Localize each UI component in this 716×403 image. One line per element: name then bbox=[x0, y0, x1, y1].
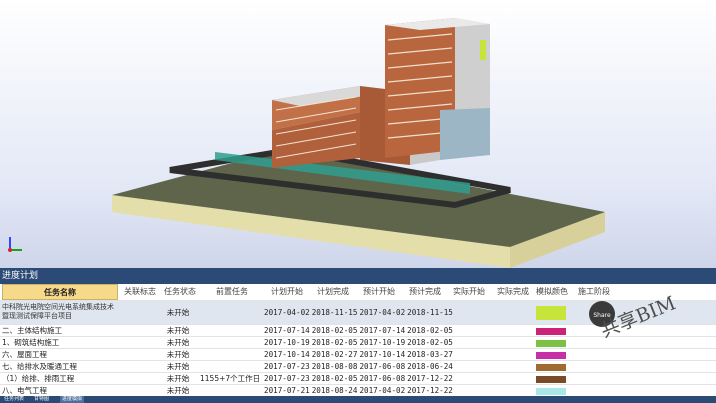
col-header-link-flag[interactable]: 关联标志 bbox=[120, 284, 160, 300]
task-date-plan-end: 2018-11-15 bbox=[311, 308, 358, 317]
task-date-exp-start: 2017-04-02 bbox=[359, 386, 406, 395]
axis-gizmo bbox=[8, 237, 22, 252]
task-date-exp-start: 2017-06-08 bbox=[359, 362, 406, 371]
sim-color-swatch[interactable] bbox=[536, 387, 566, 395]
tower-highlight bbox=[480, 40, 486, 60]
3d-model-viewport[interactable] bbox=[0, 0, 716, 268]
col-header-expected-end[interactable]: 预计完成 bbox=[402, 284, 448, 300]
glass-block bbox=[440, 108, 490, 160]
col-header-expected-start[interactable]: 预计开始 bbox=[356, 284, 402, 300]
task-date-exp-end: 2018-02-05 bbox=[407, 338, 453, 347]
task-date-exp-start: 2017-10-19 bbox=[359, 338, 406, 347]
task-date-plan-start: 2017-10-19 bbox=[264, 338, 310, 347]
task-date-exp-start: 2017-10-14 bbox=[359, 350, 406, 359]
task-date-plan-end: 2018-08-08 bbox=[311, 362, 358, 371]
task-date-exp-end: 2017-12-22 bbox=[407, 374, 453, 383]
task-date-exp-end: 2018-02-05 bbox=[407, 326, 453, 335]
sim-color-swatch[interactable] bbox=[536, 339, 566, 347]
task-name: 中科院光电院空间光电系统集成技术暨现测试保障平台项目 bbox=[2, 303, 114, 320]
task-date-exp-end: 2018-06-24 bbox=[407, 362, 453, 371]
building-model-scene bbox=[112, 18, 605, 268]
col-header-status[interactable]: 任务状态 bbox=[160, 284, 200, 300]
task-date-plan-end: 2018-02-05 bbox=[311, 374, 358, 383]
col-header-phase[interactable]: 施工阶段 bbox=[572, 284, 616, 300]
tab-progress-simulation[interactable]: 进度模拟 bbox=[60, 396, 85, 403]
task-date-plan-end: 2018-02-27 bbox=[311, 350, 358, 359]
task-row[interactable]: 八、电气工程 未开始 2017-07-21 2018-08-24 2017-04-02 2… bbox=[0, 384, 716, 396]
task-date-exp-end: 2018-03-27 bbox=[407, 350, 453, 359]
task-date-plan-start: 2017-07-23 bbox=[264, 374, 310, 383]
col-header-plan-start[interactable]: 计划开始 bbox=[264, 284, 310, 300]
sim-color-swatch[interactable] bbox=[536, 327, 566, 335]
col-header-sim-color[interactable]: 模拟颜色 bbox=[530, 284, 574, 300]
tab-gantt[interactable]: 甘特图 bbox=[32, 396, 51, 403]
task-date-plan-end: 2018-08-24 bbox=[311, 386, 358, 395]
bottom-tab-bar: 任务列表 甘特图 进度模拟 bbox=[0, 396, 716, 403]
task-date-plan-end: 2018-02-05 bbox=[311, 326, 358, 335]
col-header-plan-end[interactable]: 计划完成 bbox=[310, 284, 356, 300]
col-header-actual-start[interactable]: 实际开始 bbox=[446, 284, 492, 300]
task-dates: 2017-04-02 2018-11-15 2017-04-02 2018-11-15 bbox=[264, 301, 455, 325]
task-date-plan-start: 2017-07-23 bbox=[264, 362, 310, 371]
sim-color-swatch[interactable] bbox=[536, 363, 566, 371]
col-header-task-name[interactable]: 任务名称 bbox=[2, 284, 118, 300]
task-date-plan-end: 2018-02-05 bbox=[311, 338, 358, 347]
task-date-exp-start: 2017-06-08 bbox=[359, 374, 406, 383]
task-date-exp-end: 2017-12-22 bbox=[407, 386, 453, 395]
schedule-panel-title: 进度计划 bbox=[0, 268, 716, 284]
task-date-plan-start: 2017-07-21 bbox=[264, 386, 310, 395]
task-row[interactable]: 七、给排水及暖通工程 未开始 2017-07-23 2018-08-08 2017-06… bbox=[0, 360, 716, 372]
sim-color-swatch[interactable] bbox=[536, 375, 566, 383]
task-row[interactable]: （1）给排、排雨工程 未开始 1155+7个工作日 2017-07-23 2018-02… bbox=[0, 372, 716, 384]
sim-color-swatch[interactable] bbox=[536, 351, 566, 359]
task-date-exp-end: 2018-11-15 bbox=[407, 308, 453, 317]
task-date-plan-start: 2017-10-14 bbox=[264, 350, 310, 359]
task-date-plan-start: 2017-07-14 bbox=[264, 326, 310, 335]
tab-task-list[interactable]: 任务列表 bbox=[2, 396, 26, 403]
sim-color-swatch[interactable] bbox=[536, 306, 566, 320]
task-date-plan-start: 2017-04-02 bbox=[264, 308, 310, 317]
task-date-exp-start: 2017-04-02 bbox=[359, 308, 406, 317]
task-date-exp-start: 2017-07-14 bbox=[359, 326, 406, 335]
task-row[interactable]: 六、屋面工程 未开始 2017-10-14 2018-02-27 2017-10-14 2… bbox=[0, 348, 716, 360]
col-header-predecessor[interactable]: 前置任务 bbox=[208, 284, 256, 300]
task-status: 未开始 bbox=[166, 308, 190, 317]
